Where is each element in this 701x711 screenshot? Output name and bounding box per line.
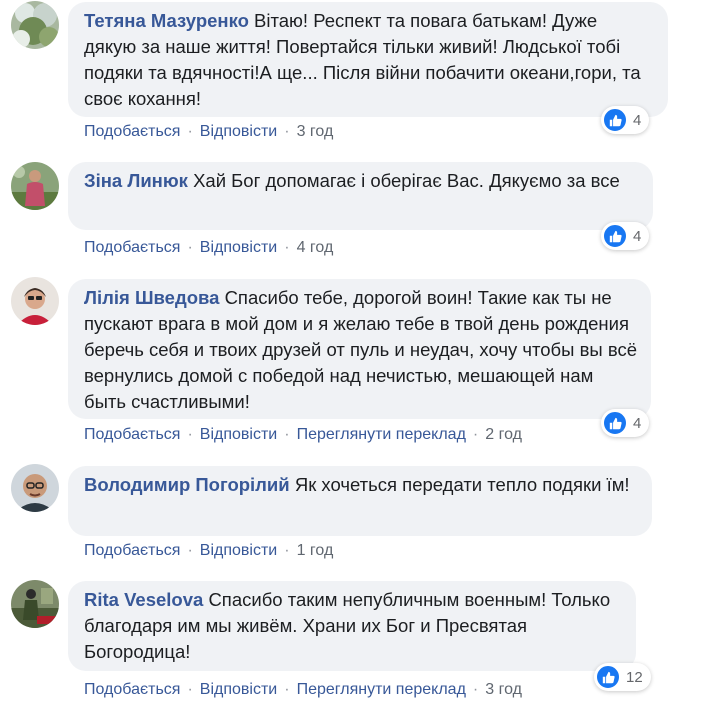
like-button[interactable]: Подобається [84,426,180,443]
comment-timestamp[interactable]: 1 год [297,542,334,559]
reaction-count-text: 4 [633,414,642,432]
comment-timestamp[interactable]: 2 год [485,426,522,443]
comment-author[interactable]: Зіна Линюк [84,170,188,191]
like-button[interactable]: Подобається [84,123,180,140]
comment-actions: Подобається · Відповісти · 3 год [84,123,334,140]
like-icon [603,224,627,248]
comment-bubble: Зіна Линюк Хай Бог допомагає і оберігає … [68,162,653,230]
reaction-count[interactable]: 12 [594,663,651,691]
comment-timestamp[interactable]: 3 год [297,123,334,140]
reaction-count-text: 4 [633,111,642,129]
comment-timestamp[interactable]: 4 год [297,239,334,256]
reaction-count[interactable]: 4 [601,106,650,134]
comment-author[interactable]: Тетяна Мазуренко [84,10,249,31]
reply-button[interactable]: Відповісти [200,426,277,443]
like-icon [603,108,627,132]
comment-bubble: Володимир Погорілий Як хочеться передати… [68,466,652,536]
comment-text: Хай Бог допомагає і оберігає Вас. Дякуєм… [193,170,620,191]
comment-actions: Подобається · Відповісти · Переглянути перек… [84,426,522,443]
comment-actions: Подобається · Відповісти · 4 год [84,239,334,256]
reaction-count[interactable]: 4 [601,409,650,437]
reply-button[interactable]: Відповісти [200,681,277,698]
like-button[interactable]: Подобається [84,681,180,698]
reaction-count[interactable]: 4 [601,222,650,250]
reply-button[interactable]: Відповісти [200,542,277,559]
avatar[interactable] [11,580,59,628]
avatar[interactable] [11,464,59,512]
like-button[interactable]: Подобається [84,239,180,256]
comment-author[interactable]: Володимир Погорілий [84,474,290,495]
reply-button[interactable]: Відповісти [200,239,277,256]
like-icon [603,411,627,435]
comment-bubble: Тетяна Мазуренко Вітаю! Респект та поваг… [68,2,668,117]
translate-button[interactable]: Переглянути переклад [297,681,466,698]
reaction-count-text: 12 [626,668,643,686]
avatar[interactable] [11,162,59,210]
like-icon [596,665,620,689]
translate-button[interactable]: Переглянути переклад [297,426,466,443]
comment-actions: Подобається · Відповісти · 1 год [84,542,334,559]
comment-text: Як хочеться передати тепло подяки їм! [294,474,630,495]
comment-bubble: Лілія Шведова Спасибо тебе, дорогой воин… [68,279,651,419]
comment-timestamp[interactable]: 3 год [485,681,522,698]
like-button[interactable]: Подобається [84,542,180,559]
reply-button[interactable]: Відповісти [200,123,277,140]
comment-author[interactable]: Лілія Шведова [84,287,219,308]
comment-bubble: Rita Veselova Спасибо таким непубличным … [68,581,636,671]
avatar[interactable] [11,277,59,325]
comment-actions: Подобається · Відповісти · Переглянути перек… [84,681,522,698]
avatar[interactable] [11,1,59,49]
reaction-count-text: 4 [633,227,642,245]
comment-author[interactable]: Rita Veselova [84,589,203,610]
